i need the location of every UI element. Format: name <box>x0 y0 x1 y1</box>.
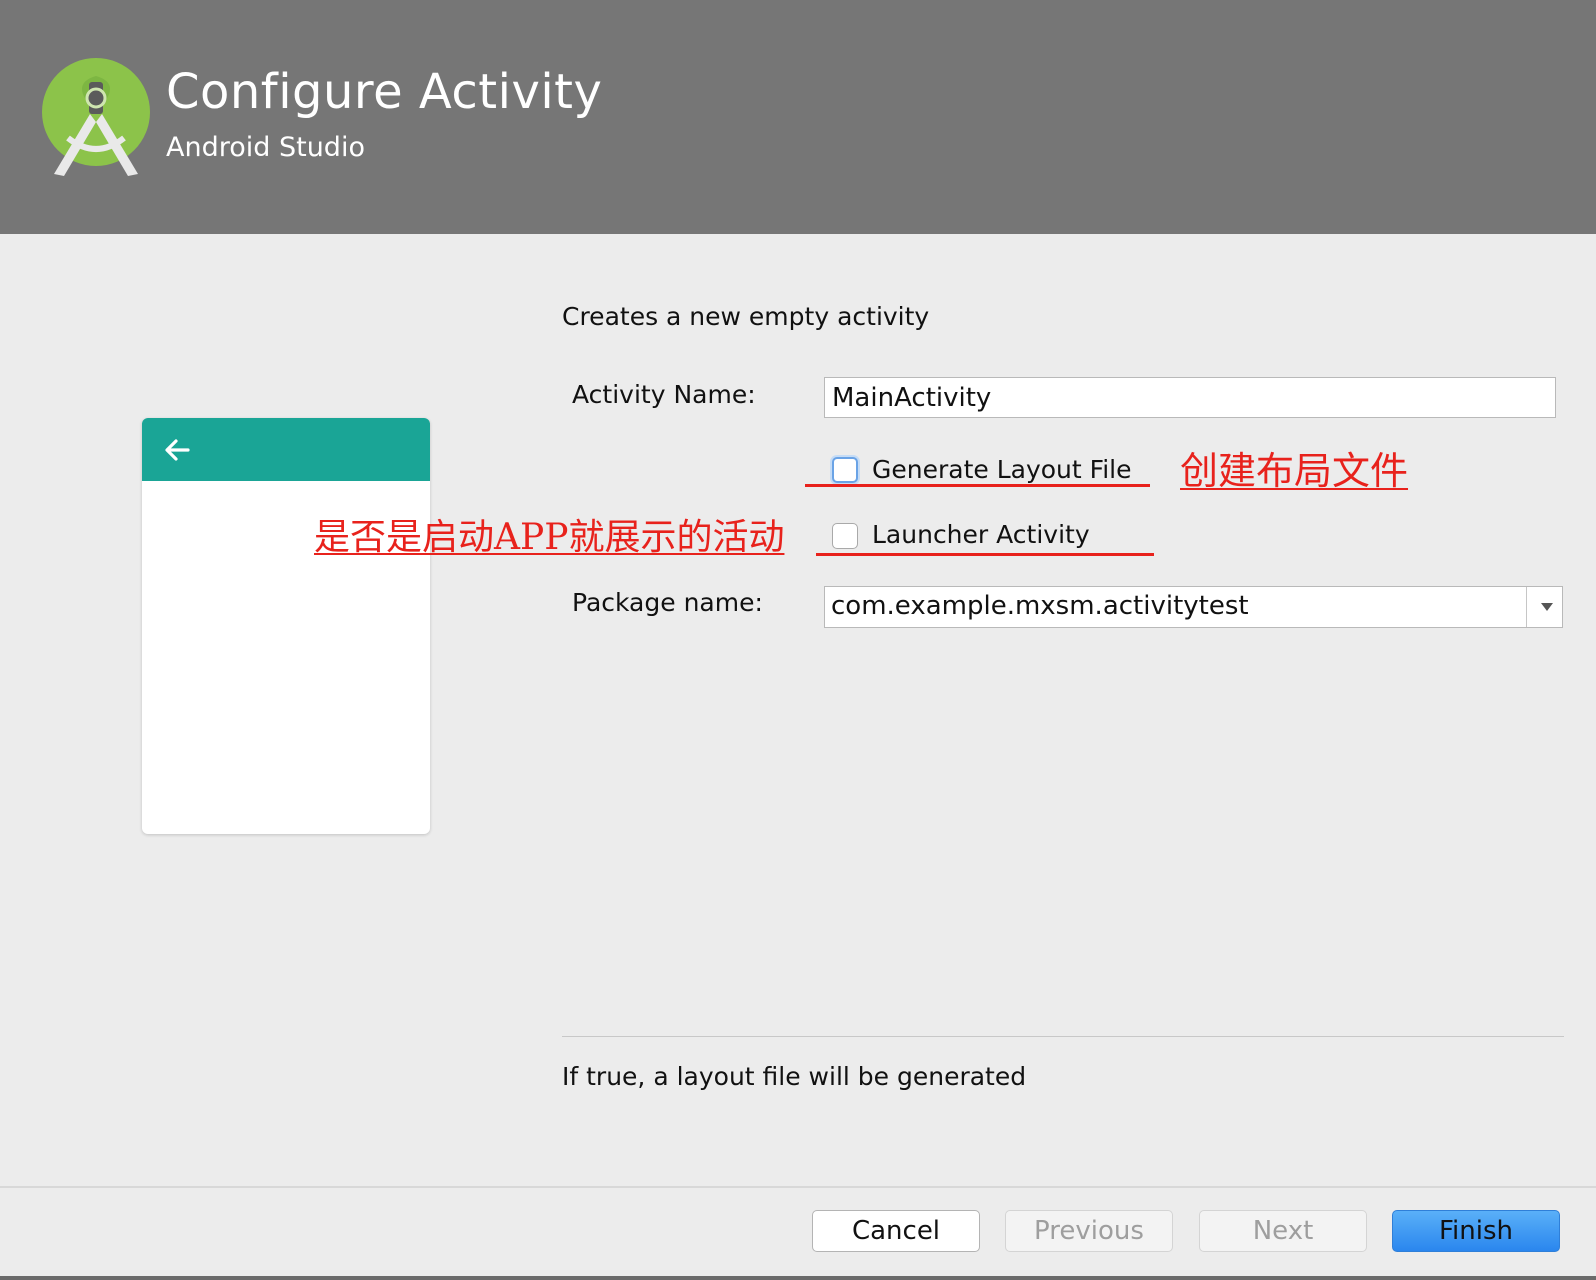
annotation-launcher-activity: 是否是启动APP就展示的活动 <box>314 517 785 558</box>
chevron-down-icon[interactable] <box>1532 587 1562 627</box>
cancel-button[interactable]: Cancel <box>812 1210 980 1252</box>
dialog-title: Configure Activity <box>166 64 603 120</box>
activity-name-label: Activity Name: <box>572 380 756 409</box>
launcher-activity-label[interactable]: Launcher Activity <box>872 520 1090 549</box>
annotation-underline-launcher <box>816 553 1154 556</box>
window-bottom-edge <box>0 1276 1596 1280</box>
arrow-back-icon <box>165 439 190 461</box>
annotation-generate-layout: 创建布局文件 <box>1180 449 1409 493</box>
template-description: Creates a new empty activity <box>562 302 930 331</box>
dialog-subtitle: Android Studio <box>166 132 365 163</box>
help-divider <box>562 1036 1564 1037</box>
help-text: If true, a layout file will be generated <box>562 1062 1027 1091</box>
launcher-activity-checkbox[interactable] <box>832 523 858 549</box>
generate-layout-label[interactable]: Generate Layout File <box>872 455 1131 484</box>
previous-button[interactable]: Previous <box>1005 1210 1173 1252</box>
preview-app-bar <box>142 418 430 481</box>
next-button[interactable]: Next <box>1199 1210 1367 1252</box>
activity-preview <box>142 418 430 834</box>
activity-name-field[interactable]: MainActivity <box>824 377 1556 418</box>
generate-layout-checkbox[interactable] <box>832 457 858 483</box>
annotation-underline-generate <box>805 484 1150 487</box>
package-name-combobox[interactable]: com.example.mxsm.activitytest <box>824 586 1563 628</box>
android-studio-logo-icon <box>42 58 150 176</box>
package-name-value[interactable]: com.example.mxsm.activitytest <box>831 590 1249 622</box>
footer-divider <box>0 1186 1596 1188</box>
dialog-header: Configure Activity Android Studio <box>0 0 1596 234</box>
finish-button[interactable]: Finish <box>1392 1210 1560 1252</box>
package-name-label: Package name: <box>572 588 763 617</box>
combobox-separator <box>1526 587 1527 627</box>
